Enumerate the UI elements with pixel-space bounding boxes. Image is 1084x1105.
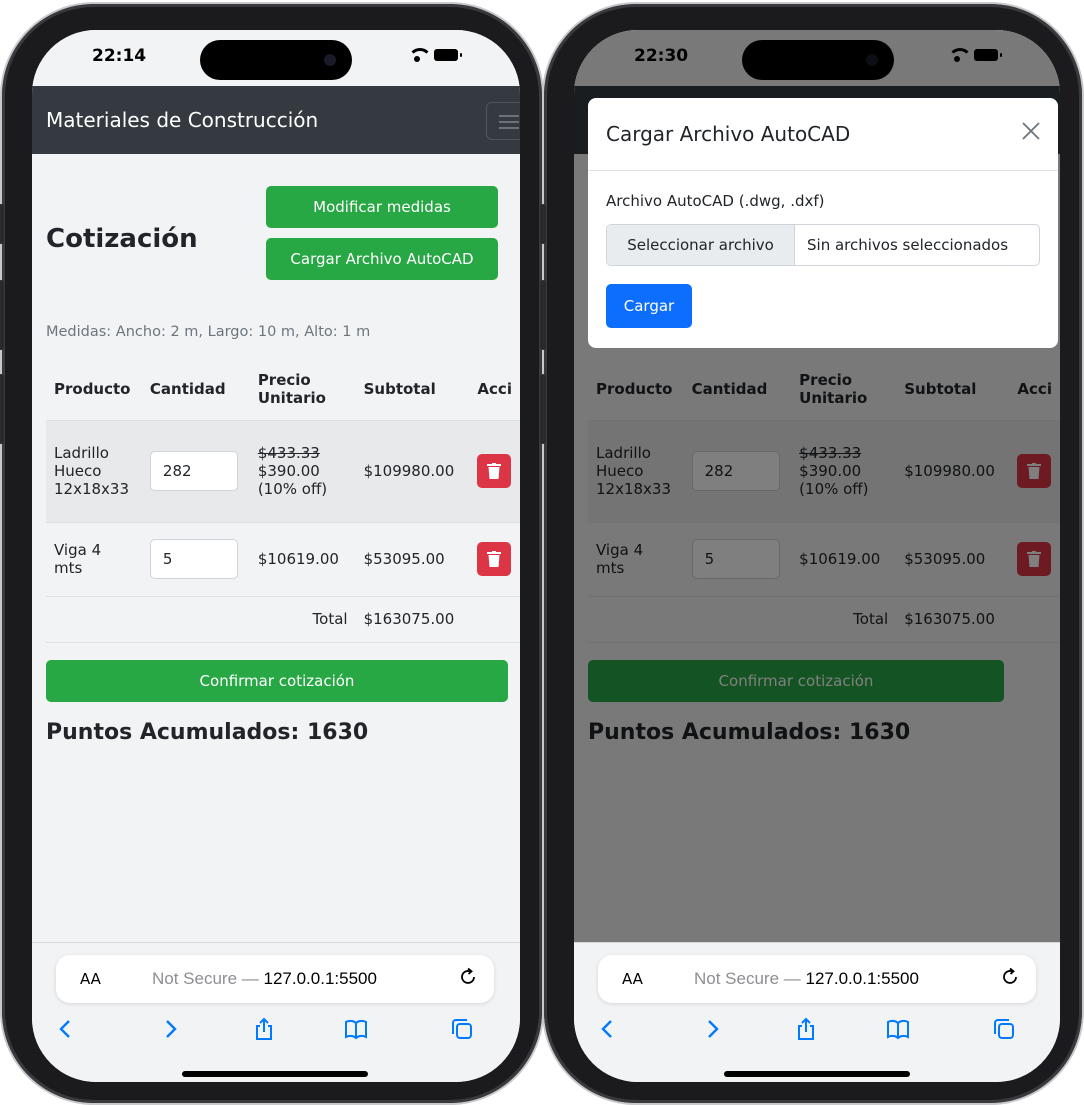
volume-down-button bbox=[540, 374, 546, 444]
modal-divider bbox=[588, 170, 1058, 171]
address-bar[interactable]: AA Not Secure — 127.0.0.1:5500 bbox=[598, 955, 1036, 1003]
volume-down-button bbox=[0, 374, 4, 444]
forward-icon[interactable] bbox=[700, 1017, 724, 1041]
battery-icon bbox=[434, 49, 462, 61]
subtotal: $53095.00 bbox=[355, 521, 470, 596]
volume-up-button bbox=[540, 280, 546, 350]
confirm-quote-button[interactable]: Confirmar cotización bbox=[46, 660, 508, 702]
volume-up-button bbox=[0, 280, 4, 350]
discount-label: (10% off) bbox=[257, 480, 328, 498]
upload-submit-button[interactable]: Cargar bbox=[606, 284, 692, 328]
page-title: Cotización bbox=[46, 224, 198, 254]
status-bar: 22:14 bbox=[32, 30, 520, 86]
tabs-icon[interactable] bbox=[992, 1017, 1016, 1041]
table-row: Ladrillo Hueco 12x18x33 282 $433.33 $390… bbox=[46, 419, 520, 522]
delete-button[interactable] bbox=[477, 454, 512, 488]
stage: 22:14 Materiales de Construcción Cotizac… bbox=[0, 0, 1084, 1105]
dynamic-island bbox=[200, 40, 352, 80]
modify-measures-button[interactable]: Modificar medidas bbox=[266, 186, 498, 228]
browser-nav bbox=[574, 1009, 1060, 1049]
share-icon[interactable] bbox=[252, 1017, 276, 1041]
url-host: 127.0.0.1:5500 bbox=[263, 969, 377, 988]
subtotal: $109980.00 bbox=[355, 419, 470, 522]
quantity-input[interactable]: 5 bbox=[149, 539, 238, 579]
menu-icon[interactable] bbox=[486, 102, 520, 140]
file-field-label: Archivo AutoCAD (.dwg, .dxf) bbox=[606, 192, 825, 210]
tabs-icon[interactable] bbox=[450, 1017, 474, 1041]
unit-price: $10619.00 bbox=[249, 521, 356, 596]
header-actions: Acci bbox=[477, 379, 512, 398]
table-row: Viga 4 mts 5 $10619.00 $53095.00 bbox=[46, 521, 520, 596]
trash-icon bbox=[487, 463, 502, 479]
total-row: Total $163075.00 bbox=[46, 595, 520, 643]
points-total: Puntos Acumulados: 1630 bbox=[46, 720, 369, 745]
wifi-icon bbox=[408, 48, 432, 62]
browser-toolbar: AA Not Secure — 127.0.0.1:5500 bbox=[32, 942, 520, 1082]
header-unit-price: Precio Unitario bbox=[257, 370, 326, 407]
header-product: Producto bbox=[54, 379, 131, 398]
back-icon[interactable] bbox=[54, 1017, 78, 1041]
silent-switch bbox=[540, 204, 546, 244]
silent-switch bbox=[0, 204, 4, 244]
product-name: Viga 4 mts bbox=[46, 521, 142, 596]
modal-title: Cargar Archivo AutoCAD bbox=[606, 122, 851, 146]
back-icon[interactable] bbox=[596, 1017, 620, 1041]
navbar-brand[interactable]: Materiales de Construcción bbox=[46, 108, 318, 132]
screen: 22:30 Producto Cantidad Precio Unitario bbox=[574, 30, 1060, 1082]
navbar: Materiales de Construcción bbox=[32, 86, 520, 154]
share-icon[interactable] bbox=[794, 1017, 818, 1041]
total-label: Total bbox=[249, 595, 356, 643]
home-indicator bbox=[724, 1071, 910, 1077]
not-secure-label: Not Secure — bbox=[152, 969, 259, 988]
no-file-text: Sin archivos seleccionados bbox=[807, 236, 1009, 254]
file-input[interactable]: Seleccionar archivo Sin archivos selecci… bbox=[606, 224, 1040, 266]
forward-icon[interactable] bbox=[158, 1017, 182, 1041]
home-indicator bbox=[182, 1071, 368, 1077]
url-host: 127.0.0.1:5500 bbox=[805, 969, 919, 988]
reload-icon[interactable] bbox=[1000, 967, 1020, 987]
choose-file-button[interactable]: Seleccionar archivo bbox=[607, 225, 795, 265]
reader-settings-button[interactable]: AA bbox=[80, 970, 101, 988]
address-bar[interactable]: AA Not Secure — 127.0.0.1:5500 bbox=[56, 955, 494, 1003]
quantity-input[interactable]: 282 bbox=[149, 451, 238, 491]
screen: 22:14 Materiales de Construcción Cotizac… bbox=[32, 30, 520, 1082]
delete-button[interactable] bbox=[477, 542, 512, 576]
quote-table: Producto Cantidad Precio Unitario Subtot… bbox=[46, 358, 520, 643]
reader-settings-button[interactable]: AA bbox=[622, 970, 643, 988]
phone-right: 22:30 Producto Cantidad Precio Unitario bbox=[540, 4, 1082, 1103]
measures-text: Medidas: Ancho: 2 m, Largo: 10 m, Alto: … bbox=[46, 324, 371, 340]
old-price: $433.33 bbox=[257, 444, 320, 462]
close-icon[interactable] bbox=[1020, 120, 1042, 142]
browser-toolbar: AA Not Secure — 127.0.0.1:5500 bbox=[574, 942, 1060, 1082]
bookmarks-icon[interactable] bbox=[344, 1017, 368, 1041]
trash-icon bbox=[487, 551, 502, 567]
browser-nav bbox=[32, 1009, 520, 1049]
phone-left: 22:14 Materiales de Construcción Cotizac… bbox=[0, 4, 542, 1103]
not-secure-label: Not Secure — bbox=[694, 969, 801, 988]
bookmarks-icon[interactable] bbox=[886, 1017, 910, 1041]
reload-icon[interactable] bbox=[458, 967, 478, 987]
product-name: Ladrillo Hueco 12x18x33 bbox=[46, 419, 142, 522]
upload-modal: Cargar Archivo AutoCAD Archivo AutoCAD (… bbox=[588, 98, 1058, 348]
status-time: 22:14 bbox=[92, 46, 147, 66]
unit-price: $390.00 bbox=[257, 462, 320, 480]
total-value: $163075.00 bbox=[355, 595, 470, 643]
upload-autocad-button[interactable]: Cargar Archivo AutoCAD bbox=[266, 238, 498, 280]
header-quantity: Cantidad bbox=[149, 379, 226, 398]
header-subtotal: Subtotal bbox=[363, 379, 436, 398]
